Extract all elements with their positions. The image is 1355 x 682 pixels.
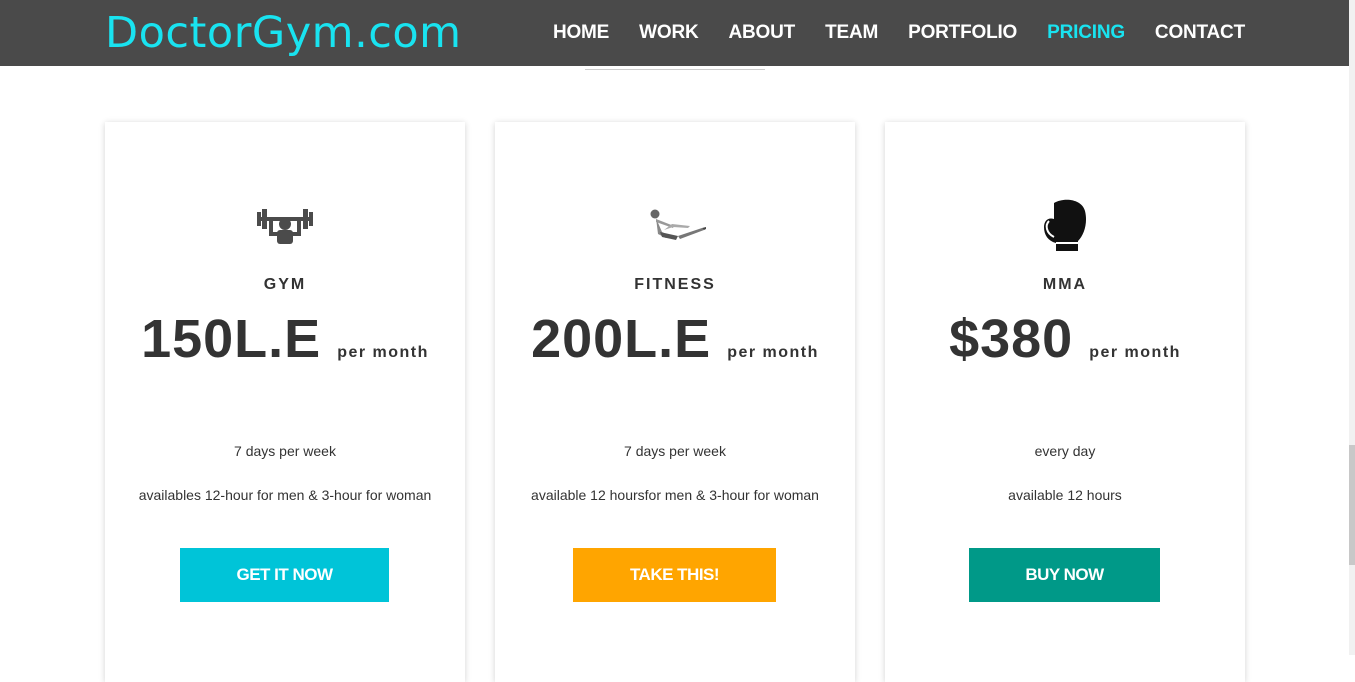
plan-feature: every day xyxy=(1034,443,1096,459)
pricing-card-gym: GYM 150L.E per month 7 days per week ava… xyxy=(105,122,465,682)
plan-price: 150L.E xyxy=(141,309,322,369)
plan-period: per month xyxy=(727,344,819,361)
nav-portfolio[interactable]: PORTFOLIO xyxy=(908,22,1017,44)
plan-feature: available 12 hours xyxy=(1008,487,1122,503)
nav-work[interactable]: WORK xyxy=(639,22,699,44)
get-it-now-button[interactable]: GET IT NOW xyxy=(180,548,389,602)
brand-logo[interactable]: DoctorGym.com xyxy=(105,8,462,58)
plan-name: FITNESS xyxy=(634,276,716,293)
scrollbar-thumb[interactable] xyxy=(1349,445,1355,565)
nav-contact[interactable]: CONTACT xyxy=(1155,22,1245,44)
plan-feature: availables 12-hour for men & 3-hour for … xyxy=(138,487,432,503)
plan-feature: 7 days per week xyxy=(624,443,726,459)
plan-name: MMA xyxy=(1042,276,1088,293)
section-divider xyxy=(585,69,765,70)
price-row: 150L.E per month xyxy=(105,308,465,370)
navbar: DoctorGym.com HOME WORK ABOUT TEAM PORTF… xyxy=(0,0,1355,66)
plan-price: 200L.E xyxy=(531,309,712,369)
pricing-card-mma: MMA $380 per month every day available 1… xyxy=(885,122,1245,682)
nav-team[interactable]: TEAM xyxy=(825,22,878,44)
plan-name: GYM xyxy=(263,276,307,293)
price-row: $380 per month xyxy=(885,308,1245,370)
boxing-glove-icon xyxy=(885,199,1245,252)
plan-period: per month xyxy=(1089,344,1181,361)
nav-about[interactable]: ABOUT xyxy=(729,22,796,44)
nav-pricing[interactable]: PRICING xyxy=(1047,22,1125,44)
buy-now-button[interactable]: BUY NOW xyxy=(969,548,1160,602)
situp-icon xyxy=(495,200,855,252)
scrollbar[interactable] xyxy=(1349,0,1355,655)
price-row: 200L.E per month xyxy=(495,308,855,370)
plan-price: $380 xyxy=(949,309,1074,369)
weightlifting-icon xyxy=(105,200,465,252)
plan-period: per month xyxy=(337,344,429,361)
main-nav: HOME WORK ABOUT TEAM PORTFOLIO PRICING C… xyxy=(523,0,1245,66)
take-this-button[interactable]: TAKE THIS! xyxy=(573,548,776,602)
nav-home[interactable]: HOME xyxy=(553,22,609,44)
plan-feature: available 12 hoursfor men & 3-hour for w… xyxy=(531,487,819,503)
pricing-card-fitness: FITNESS 200L.E per month 7 days per week… xyxy=(495,122,855,682)
plan-feature: 7 days per week xyxy=(234,443,336,459)
